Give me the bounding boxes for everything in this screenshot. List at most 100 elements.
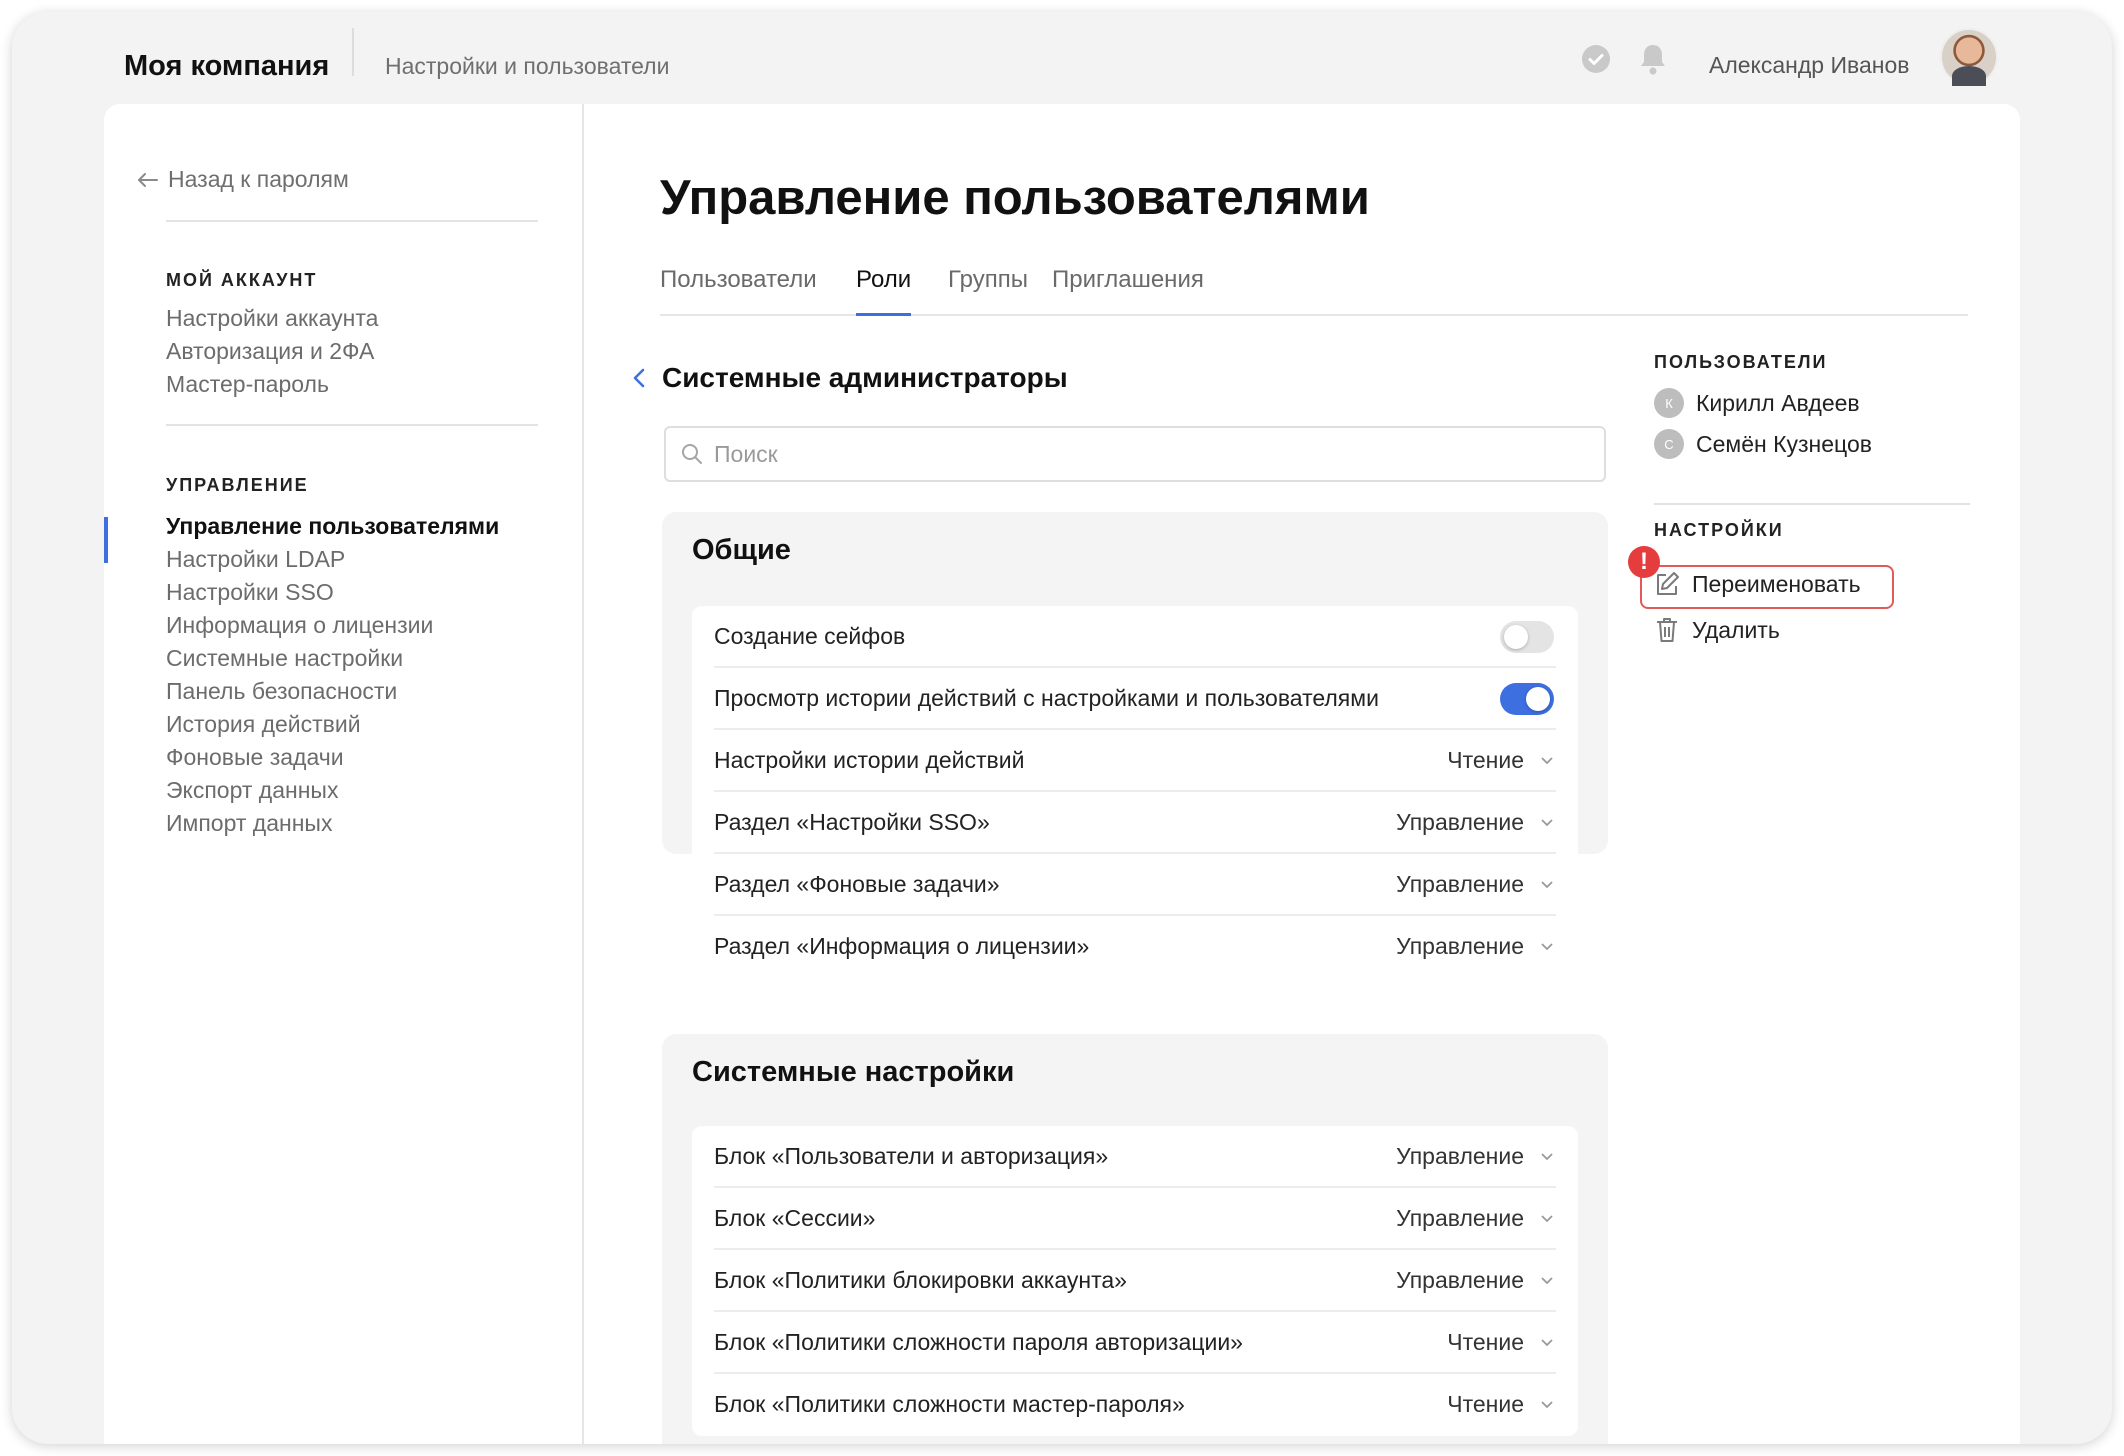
user-name[interactable]: Александр Иванов <box>1709 52 1909 79</box>
chevron-down-icon[interactable] <box>1540 942 1554 952</box>
rename-button[interactable]: Переименовать <box>1654 570 1861 598</box>
permission-label: Блок «Сессии» <box>714 1205 876 1231</box>
chevron-down-icon[interactable] <box>1540 818 1554 828</box>
permission-row[interactable]: Блок «Политики блокировки аккаунта» Упра… <box>714 1250 1556 1312</box>
sidebar-item-background-tasks[interactable]: Фоновые задачи <box>166 744 344 771</box>
sidebar-divider <box>582 104 584 1444</box>
permission-level-select[interactable]: Управление <box>1396 871 1524 898</box>
permission-row[interactable]: Блок «Политики сложности пароля авториза… <box>714 1312 1556 1374</box>
role-back-button[interactable]: Системные администраторы <box>632 362 1068 394</box>
search-input[interactable] <box>714 440 1594 468</box>
user-avatar: К <box>1654 388 1684 418</box>
permission-row[interactable]: Раздел «Настройки SSO» Управление <box>714 792 1556 854</box>
permission-row[interactable]: Настройки истории действий Чтение <box>714 730 1556 792</box>
permission-level-select[interactable]: Чтение <box>1447 747 1524 774</box>
trash-icon <box>1657 618 1677 642</box>
back-link-label: Назад к паролям <box>168 166 349 192</box>
sidebar-divider-line <box>166 220 538 222</box>
permission-row[interactable]: Блок «Пользователи и авторизация» Управл… <box>714 1126 1556 1188</box>
sidebar-item-ldap[interactable]: Настройки LDAP <box>166 546 345 573</box>
permission-label: Настройки истории действий <box>714 747 1025 773</box>
chevron-down-icon[interactable] <box>1540 1276 1554 1286</box>
section-title: Общие <box>692 534 791 566</box>
permissions-list: Создание сейфов Просмотр истории действи… <box>692 606 1578 978</box>
sidebar-item-master-password[interactable]: Мастер-пароль <box>166 371 329 398</box>
tab-groups[interactable]: Группы <box>948 266 1028 314</box>
app-window: Моя компания Настройки и пользователи Ал… <box>12 12 2112 1444</box>
permission-level-select[interactable]: Управление <box>1396 1143 1524 1170</box>
permission-level-select[interactable]: Управление <box>1396 809 1524 836</box>
sidebar-item-activity-history[interactable]: История действий <box>166 711 361 738</box>
toggle-knob <box>1504 625 1528 649</box>
arrow-left-icon <box>138 172 158 187</box>
chevron-down-icon[interactable] <box>1540 1338 1554 1348</box>
search-icon <box>682 444 702 464</box>
permission-row[interactable]: Раздел «Информация о лицензии» Управлени… <box>714 916 1556 978</box>
header-divider <box>352 28 354 76</box>
users-panel-heading: ПОЛЬЗОВАТЕЛИ <box>1654 352 1828 372</box>
permission-toggle[interactable] <box>1500 683 1554 715</box>
permission-row[interactable]: Блок «Политики сложности мастер-пароля» … <box>714 1374 1556 1436</box>
bell-icon[interactable] <box>1636 41 1670 77</box>
sidebar-item-system-settings[interactable]: Системные настройки <box>166 645 403 672</box>
sidebar-item-account-settings[interactable]: Настройки аккаунта <box>166 305 378 332</box>
role-user-item[interactable]: К Кирилл Авдеев <box>1654 388 1860 418</box>
sidebar-item-auth-2fa[interactable]: Авторизация и 2ФА <box>166 338 374 365</box>
user-name: Семён Кузнецов <box>1696 430 1872 457</box>
section-title: Системные настройки <box>692 1056 1015 1088</box>
permission-toggle[interactable] <box>1500 621 1554 653</box>
permission-row[interactable]: Блок «Сессии» Управление <box>714 1188 1556 1250</box>
chevron-down-icon[interactable] <box>1540 1400 1554 1410</box>
permission-row[interactable]: Раздел «Фоновые задачи» Управление <box>714 854 1556 916</box>
chevron-down-icon[interactable] <box>1540 1214 1554 1224</box>
permission-level-select[interactable]: Чтение <box>1447 1329 1524 1356</box>
back-to-passwords-link[interactable]: Назад к паролям <box>138 166 349 193</box>
permission-level-select[interactable]: Управление <box>1396 1267 1524 1294</box>
user-name: Кирилл Авдеев <box>1696 389 1860 416</box>
search-field[interactable] <box>664 426 1606 482</box>
sidebar-item-user-management[interactable]: Управление пользователями <box>166 513 499 540</box>
chevron-down-icon[interactable] <box>1540 756 1554 766</box>
section-system-settings: Системные настройки Блок «Пользователи и… <box>662 1034 1608 1444</box>
sidebar-item-data-export[interactable]: Экспорт данных <box>166 777 338 804</box>
role-title: Системные администраторы <box>662 362 1068 393</box>
sidebar-item-license[interactable]: Информация о лицензии <box>166 612 433 639</box>
chevron-down-icon[interactable] <box>1540 1152 1554 1162</box>
permission-label: Раздел «Информация о лицензии» <box>714 933 1090 959</box>
company-name[interactable]: Моя компания <box>124 50 329 83</box>
avatar[interactable] <box>1940 28 1998 86</box>
permission-level-select[interactable]: Управление <box>1396 933 1524 960</box>
page-title: Управление пользователями <box>660 171 1370 225</box>
permission-label: Блок «Политики блокировки аккаунта» <box>714 1267 1127 1293</box>
tab-invitations[interactable]: Приглашения <box>1052 266 1204 314</box>
main-card: Назад к паролям МОЙ АККАУНТ Настройки ак… <box>104 104 2020 1444</box>
breadcrumb: Настройки и пользователи <box>385 53 670 79</box>
toggle-knob <box>1526 687 1550 711</box>
check-circle-icon[interactable] <box>1580 43 1612 75</box>
delete-button[interactable]: Удалить <box>1654 616 1780 644</box>
alert-icon: ! <box>1628 546 1660 578</box>
rename-label: Переименовать <box>1692 570 1861 597</box>
sidebar-active-indicator <box>104 517 108 563</box>
sidebar-item-sso[interactable]: Настройки SSO <box>166 579 334 606</box>
permission-label: Блок «Политики сложности пароля авториза… <box>714 1329 1243 1355</box>
section-general: Общие Создание сейфов Просмотр истории д… <box>662 512 1608 978</box>
tab-users[interactable]: Пользователи <box>660 266 817 314</box>
permission-label: Просмотр истории действий с настройками … <box>714 685 1379 711</box>
sidebar-divider-line <box>166 424 538 426</box>
permission-level-select[interactable]: Управление <box>1396 1205 1524 1232</box>
settings-panel-heading: НАСТРОЙКИ <box>1654 520 1784 540</box>
permission-label: Раздел «Настройки SSO» <box>714 809 990 835</box>
pencil-icon <box>1657 572 1679 595</box>
role-user-item[interactable]: С Семён Кузнецов <box>1654 429 1872 459</box>
sidebar-item-data-import[interactable]: Импорт данных <box>166 810 332 837</box>
permission-level-select[interactable]: Чтение <box>1447 1391 1524 1418</box>
permission-label: Блок «Пользователи и авторизация» <box>714 1143 1109 1169</box>
chevron-down-icon[interactable] <box>1540 880 1554 890</box>
manage-section-heading: УПРАВЛЕНИЕ <box>166 475 309 495</box>
tab-roles[interactable]: Роли <box>856 266 912 316</box>
permission-label: Раздел «Фоновые задачи» <box>714 871 1000 897</box>
right-panel-divider <box>1654 503 1970 505</box>
sidebar-item-security-panel[interactable]: Панель безопасности <box>166 678 397 705</box>
permission-row: Просмотр истории действий с настройками … <box>714 668 1556 730</box>
